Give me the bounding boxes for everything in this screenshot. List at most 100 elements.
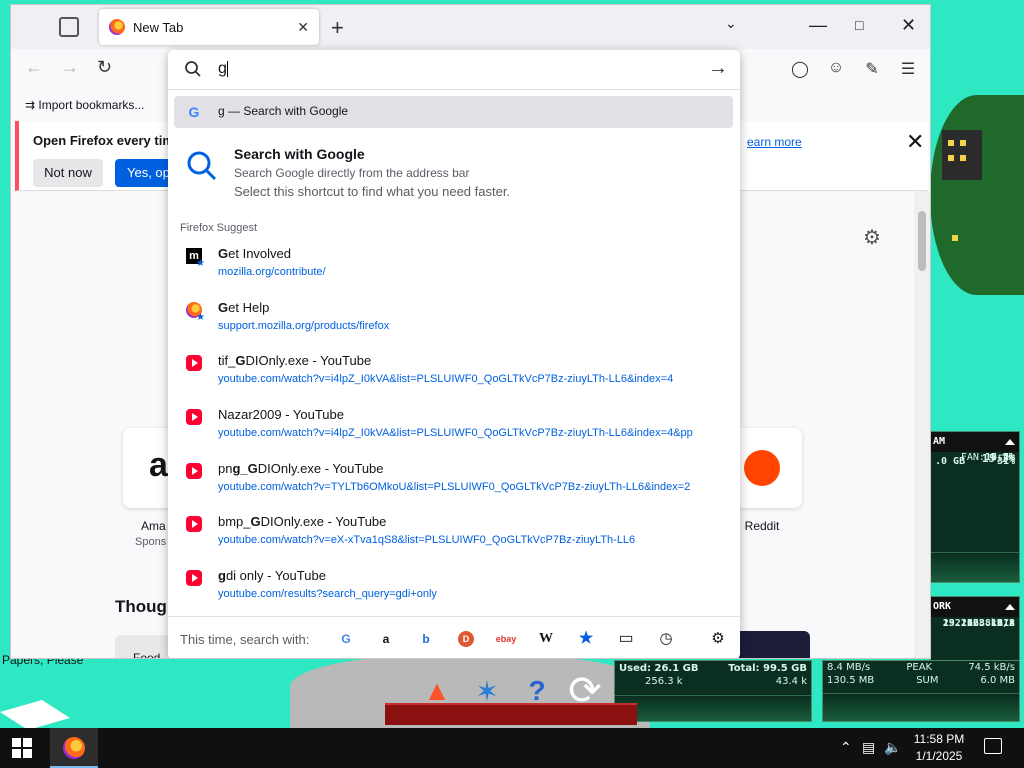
suggestion-title: png_GDIOnly.exe - YouTube bbox=[218, 461, 384, 476]
search-shortcut-tip[interactable]: Search with Google Search Google directl… bbox=[168, 144, 740, 204]
network-icon[interactable]: ▤ bbox=[862, 739, 875, 756]
brave-icon[interactable]: ▲ bbox=[414, 668, 460, 714]
youtube-icon bbox=[186, 409, 202, 425]
duckduckgo-icon[interactable]: D bbox=[458, 631, 474, 647]
reddit-icon bbox=[744, 450, 780, 486]
tabs-icon[interactable]: ▭ bbox=[618, 631, 634, 647]
suggestion-title: Nazar2009 - YouTube bbox=[218, 407, 345, 422]
extensions-icon[interactable]: ✎ bbox=[863, 59, 881, 78]
suggestion-row[interactable]: png_GDIOnly.exe - YouTube youtube.com/wa… bbox=[168, 459, 740, 513]
close-notice-icon[interactable]: ✕ bbox=[906, 129, 924, 155]
urlbar-input[interactable]: g bbox=[218, 60, 228, 78]
bookmark-star-icon: ★ bbox=[196, 258, 205, 269]
ram-widget: AM 15.3% 12.5% 14.1% 18.7% 17.2% FAN: 0r… bbox=[930, 431, 1020, 583]
wise-care-icon[interactable]: ✶ bbox=[464, 668, 510, 714]
youtube-icon bbox=[186, 570, 202, 586]
collapse-icon[interactable] bbox=[1005, 604, 1015, 610]
help-icon[interactable]: ? bbox=[514, 668, 560, 714]
urlbar[interactable]: g → bbox=[168, 50, 740, 90]
close-tab-icon[interactable]: ✕ bbox=[297, 19, 309, 36]
tab-bar: New Tab ✕ + ⌄ — □ ✕ bbox=[11, 5, 930, 49]
clock-time: 11:58 PM bbox=[913, 732, 965, 746]
suggestion-title: tif_GDIOnly.exe - YouTube bbox=[218, 353, 372, 368]
net-label: PEAK bbox=[906, 662, 933, 673]
notification-icon[interactable] bbox=[984, 738, 1002, 754]
import-bookmarks-link[interactable]: Import bookmarks... bbox=[38, 98, 144, 112]
learn-more-link[interactable]: earn more bbox=[747, 135, 802, 149]
clock-date: 1/1/2025 bbox=[915, 749, 963, 763]
suggestion-row[interactable]: tif_GDIOnly.exe - YouTube youtube.com/wa… bbox=[168, 351, 740, 405]
taskbar: ⌃ ▤ 🔈 11:58 PM 1/1/2025 bbox=[0, 728, 1024, 768]
text-caret bbox=[226, 60, 228, 77]
mem-total: Total: 99.5 GB bbox=[728, 663, 807, 674]
firefox-window: New Tab ✕ + ⌄ — □ ✕ ← → ↻ ◯ ☺ ✎ ☰ ⇉ Impo… bbox=[10, 4, 931, 659]
ebay-icon[interactable]: ebay bbox=[494, 631, 518, 647]
back-icon[interactable]: ← bbox=[25, 57, 43, 78]
suggestion-row[interactable]: ★ Get Help support.mozilla.org/products/… bbox=[168, 298, 740, 352]
network-traffic-widget: 8.4 MB/s PEAK 74.5 kB/s 130.5 MB SUM 6.0 MB bbox=[822, 660, 1020, 722]
suggestion-row[interactable]: Nazar2009 - YouTube youtube.com/watch?v=… bbox=[168, 405, 740, 459]
system-clock[interactable]: 11:58 PM 1/1/2025 bbox=[906, 731, 972, 765]
go-arrow-icon[interactable]: → bbox=[708, 57, 728, 80]
tab-list-chevron-icon[interactable]: ⌄ bbox=[725, 15, 737, 32]
amazon-icon[interactable]: a bbox=[378, 631, 394, 647]
search-icon bbox=[187, 151, 217, 181]
scrollbar-thumb[interactable] bbox=[918, 211, 926, 271]
mem-value: 256.3 k bbox=[645, 676, 683, 687]
windows-start-icon[interactable] bbox=[12, 738, 32, 758]
net-value: 74.5 kB/s bbox=[968, 662, 1015, 673]
suggestion-row[interactable]: m ★ Get Involved mozilla.org/contribute/ bbox=[168, 244, 740, 298]
forward-icon[interactable]: → bbox=[61, 57, 79, 78]
net-value: 130.5 MB bbox=[827, 675, 875, 686]
menu-icon[interactable]: ☰ bbox=[899, 59, 917, 78]
story-card[interactable] bbox=[730, 631, 810, 658]
bookmarks-icon[interactable]: ★ bbox=[578, 631, 594, 647]
bing-icon[interactable]: b bbox=[418, 631, 434, 647]
suggestion-url: youtube.com/results?search_query=gdi+onl… bbox=[218, 588, 437, 600]
collapse-icon[interactable] bbox=[1005, 439, 1015, 445]
net-value: 6.0 MB bbox=[980, 675, 1015, 686]
settings-icon[interactable]: ⚙ bbox=[710, 631, 726, 647]
volume-muted-icon[interactable]: 🔈 bbox=[884, 739, 901, 756]
account-icon[interactable]: ☺ bbox=[827, 59, 845, 77]
tray-expand-icon[interactable]: ⌃ bbox=[840, 739, 852, 756]
net-speed: 23.3 kB/s bbox=[960, 618, 1015, 629]
not-now-button[interactable]: Not now bbox=[33, 159, 103, 187]
suggestion-row[interactable]: gdi only - YouTube youtube.com/results?s… bbox=[168, 566, 740, 620]
firefox-icon bbox=[109, 19, 125, 35]
suggestion-title: Get Involved bbox=[218, 246, 291, 261]
suggestion-title: Get Help bbox=[218, 300, 270, 315]
reload-icon[interactable]: ↻ bbox=[97, 57, 112, 78]
suggestion-url: mozilla.org/contribute/ bbox=[218, 266, 326, 278]
suggestion-row[interactable]: bmp_GDIOnly.exe - YouTube youtube.com/wa… bbox=[168, 512, 740, 566]
mem-graph bbox=[615, 695, 811, 721]
firefox-icon bbox=[63, 737, 85, 759]
maximize-icon[interactable]: □ bbox=[855, 17, 863, 33]
notice-text: Open Firefox every time bbox=[33, 133, 182, 148]
minimize-icon[interactable]: — bbox=[809, 15, 827, 36]
suggestion-url: youtube.com/watch?v=TYLTb6OMkoU&list=PLS… bbox=[218, 481, 691, 493]
mem-value: 43.4 k bbox=[775, 676, 807, 687]
shortcut-label: Ama bbox=[141, 519, 166, 533]
new-tab-icon[interactable]: + bbox=[331, 15, 344, 41]
suggestion-title: bmp_GDIOnly.exe - YouTube bbox=[218, 514, 387, 529]
tab-new-tab[interactable]: New Tab ✕ bbox=[99, 9, 319, 45]
pocket-icon[interactable]: ◯ bbox=[791, 59, 809, 78]
story-card[interactable]: Food bbox=[115, 635, 175, 658]
wikipedia-icon[interactable]: W bbox=[538, 631, 554, 647]
taskbar-firefox[interactable] bbox=[50, 728, 98, 768]
bookmark-star-icon: ★ bbox=[196, 312, 205, 323]
google-icon[interactable]: G bbox=[338, 631, 354, 647]
personalize-gear-icon[interactable]: ⚙ bbox=[863, 225, 881, 250]
refresh-icon[interactable]: ⟳ bbox=[562, 668, 608, 714]
search-google-result[interactable]: G g — Search with Google bbox=[174, 96, 733, 128]
urlbar-value: g bbox=[218, 60, 227, 77]
net-graph bbox=[823, 693, 1019, 721]
one-off-search-bar: This time, search with: G a b D ebay W ★… bbox=[168, 616, 740, 658]
history-icon[interactable]: ◷ bbox=[658, 631, 674, 647]
firefox-view-icon[interactable] bbox=[59, 17, 79, 37]
close-window-icon[interactable]: ✕ bbox=[901, 15, 916, 36]
one-off-label: This time, search with: bbox=[180, 632, 310, 647]
suggestion-url: youtube.com/watch?v=i4lpZ_I0kVA&list=PLS… bbox=[218, 373, 674, 385]
tip-heading: Search with Google bbox=[234, 146, 365, 162]
